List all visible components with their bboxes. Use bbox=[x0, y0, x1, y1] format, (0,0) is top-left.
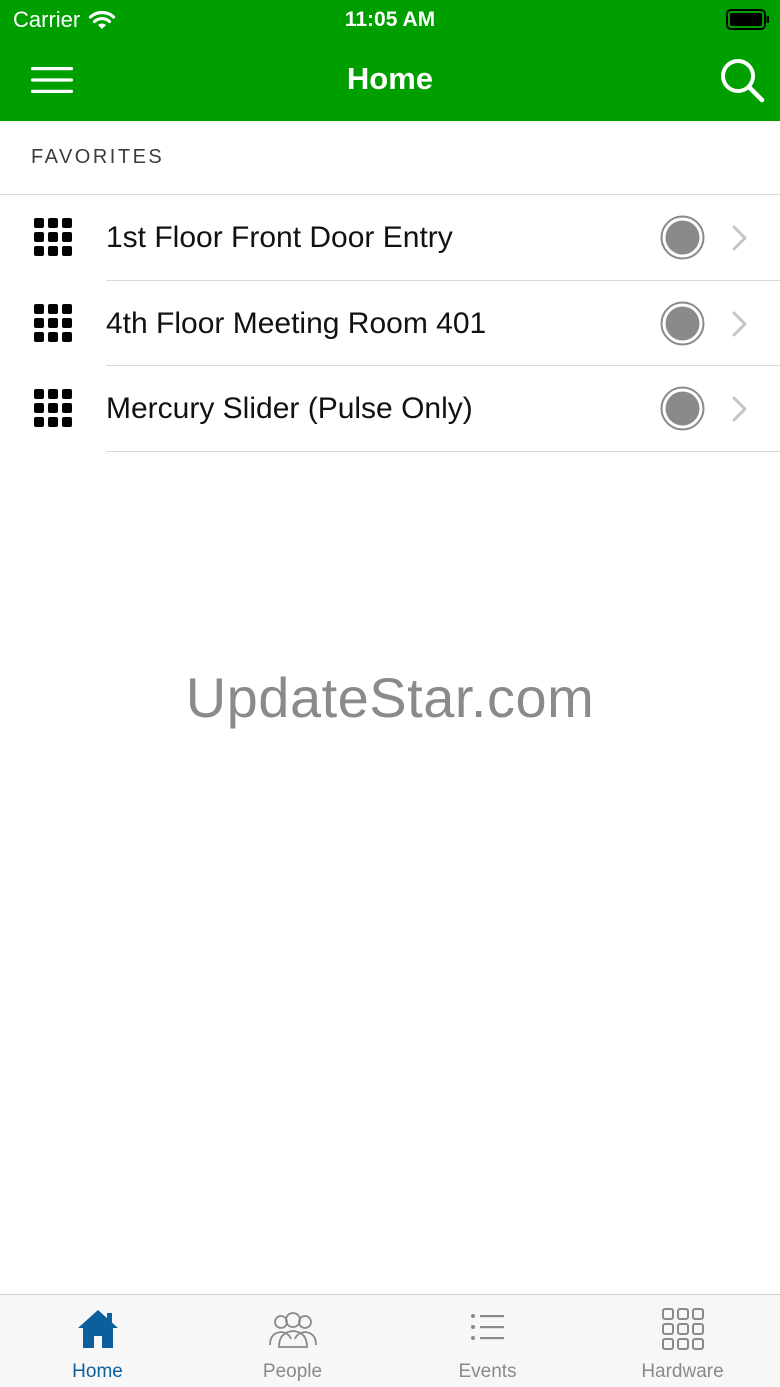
tab-home-icon-wrap bbox=[0, 1307, 195, 1353]
app-header: Carrier 11:05 AM Home bbox=[0, 0, 780, 121]
chevron-right-icon bbox=[732, 396, 747, 422]
keypad-grid-icon bbox=[34, 389, 72, 427]
favorite-item-label: Mercury Slider (Pulse Only) bbox=[106, 392, 473, 425]
chevron-right-icon bbox=[732, 225, 747, 251]
tab-hardware-icon-wrap bbox=[585, 1307, 780, 1353]
status-indicator-icon bbox=[660, 386, 705, 431]
tab-label: Events bbox=[458, 1361, 517, 1382]
tab-people[interactable]: People bbox=[195, 1295, 390, 1387]
watermark-text: UpdateStar.com bbox=[185, 666, 595, 729]
search-button[interactable] bbox=[714, 52, 770, 108]
tab-home[interactable]: Home bbox=[0, 1295, 195, 1387]
row-separator bbox=[106, 450, 780, 452]
tab-people-icon-wrap bbox=[195, 1307, 390, 1353]
status-indicator-icon bbox=[660, 215, 705, 260]
favorites-list: 1st Floor Front Door Entry 4th Floor Mee… bbox=[0, 195, 780, 452]
favorite-item-1st-floor-front-door[interactable]: 1st Floor Front Door Entry bbox=[0, 195, 780, 281]
page-title: Home bbox=[346, 61, 434, 96]
favorites-header-label: FAVORITES bbox=[31, 146, 165, 168]
favorite-item-4th-floor-meeting-room[interactable]: 4th Floor Meeting Room 401 bbox=[0, 281, 780, 366]
status-indicator-icon bbox=[660, 301, 705, 345]
people-icon bbox=[268, 1312, 317, 1348]
favorite-item-label: 1st Floor Front Door Entry bbox=[106, 221, 453, 254]
list-icon bbox=[470, 1314, 504, 1340]
chevron-right-icon bbox=[732, 311, 747, 336]
bottom-tab-bar: Home People Events Hardware bbox=[0, 1294, 780, 1387]
favorites-section-header: FAVORITES bbox=[0, 121, 780, 195]
battery-icon bbox=[726, 9, 769, 30]
hamburger-menu-icon bbox=[31, 67, 73, 93]
tab-events[interactable]: Events bbox=[390, 1295, 585, 1387]
tab-label: People bbox=[262, 1361, 323, 1382]
tab-label: Hardware bbox=[641, 1361, 724, 1382]
status-time: 11:05 AM bbox=[344, 8, 436, 31]
favorite-item-mercury-slider[interactable]: Mercury Slider (Pulse Only) bbox=[0, 366, 780, 452]
tab-hardware[interactable]: Hardware bbox=[585, 1295, 780, 1387]
status-bar: Carrier 11:05 AM bbox=[0, 0, 780, 40]
favorite-item-label: 4th Floor Meeting Room 401 bbox=[106, 306, 487, 340]
keypad-grid-icon bbox=[34, 218, 72, 256]
search-icon bbox=[721, 59, 765, 103]
tab-events-icon-wrap bbox=[390, 1307, 585, 1353]
home-icon bbox=[77, 1310, 118, 1348]
hardware-grid-icon bbox=[661, 1308, 704, 1350]
tab-label: Home bbox=[72, 1361, 123, 1382]
menu-button[interactable] bbox=[20, 54, 84, 106]
keypad-grid-icon bbox=[34, 303, 72, 342]
navigation-bar: Home bbox=[0, 40, 780, 121]
